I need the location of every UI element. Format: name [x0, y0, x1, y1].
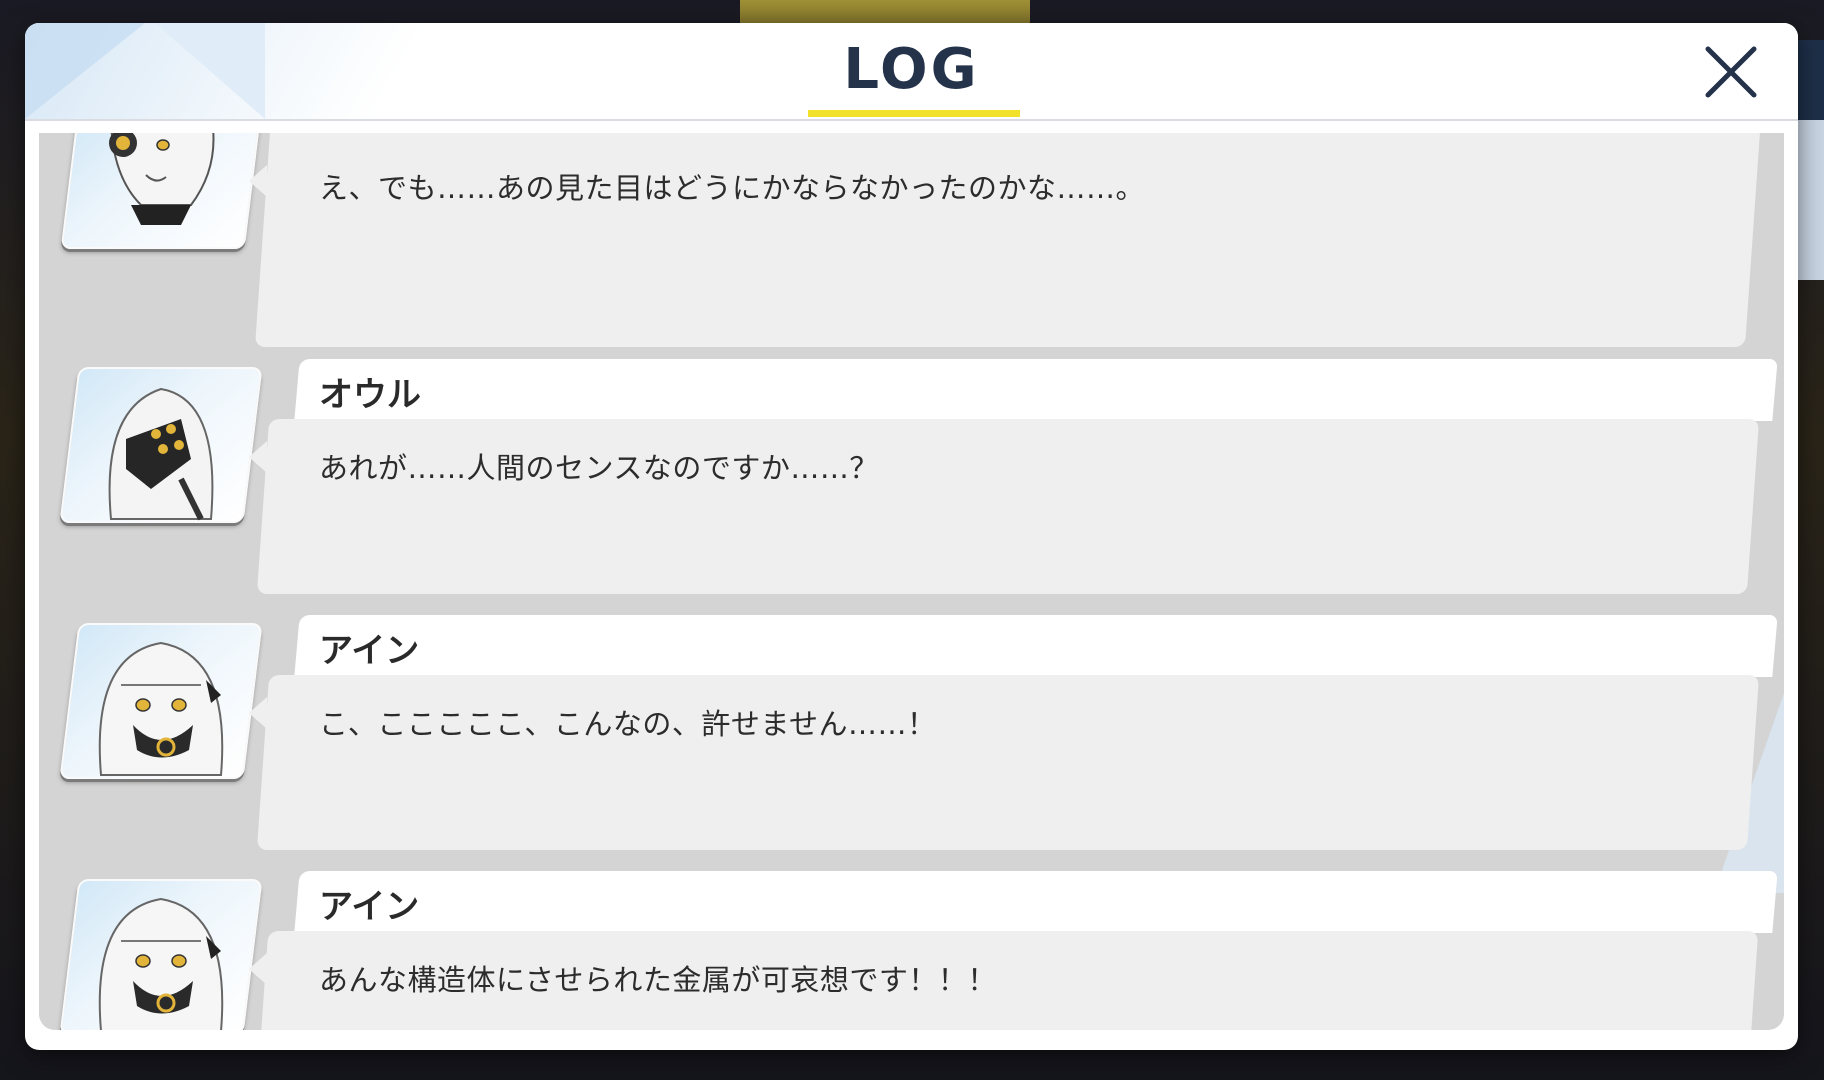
speaker-name-bar: [294, 615, 1778, 677]
message-pointer: [249, 953, 267, 985]
log-panel: LOG え、でも……あの見た目はどうにかならなかったのかな……。 オウル あれが…: [25, 23, 1798, 1050]
close-button[interactable]: [1700, 41, 1762, 103]
close-x-icon: [1705, 46, 1757, 98]
speaker-name: アイン: [319, 887, 420, 927]
message-pointer: [249, 697, 267, 729]
message-pointer: [249, 165, 267, 197]
avatar: [60, 133, 262, 249]
message-text: あれが……人間のセンスなのですか……？: [319, 451, 879, 485]
avatar: [59, 623, 263, 779]
message-text: え、でも……あの見た目はどうにかならなかったのかな……。: [319, 171, 1146, 205]
message-text: こ、こここここ、こんなの、許せません……！: [319, 707, 937, 741]
avatar: [59, 879, 263, 1030]
background-side-panel-light: [1798, 120, 1824, 280]
headphone-girl-avatar: [109, 133, 215, 225]
speaker-name-bar: [294, 359, 1778, 421]
title-underline: [808, 110, 1020, 117]
ein-avatar: [98, 641, 224, 776]
ein-avatar: [98, 897, 224, 1030]
log-list[interactable]: え、でも……あの見た目はどうにかならなかったのかな……。 オウル あれが……人間…: [39, 133, 1784, 1030]
message-pointer: [249, 441, 267, 473]
message-text: あんな構造体にさせられた金属が可哀想です！！！: [319, 963, 997, 997]
avatar: [59, 367, 263, 523]
masked-owl-avatar: [108, 387, 214, 521]
speaker-name: オウル: [319, 375, 421, 415]
speaker-name: アイン: [319, 631, 420, 671]
header-divider: [25, 119, 1798, 121]
page-title: LOG: [843, 37, 980, 102]
speaker-name-bar: [294, 871, 1778, 933]
